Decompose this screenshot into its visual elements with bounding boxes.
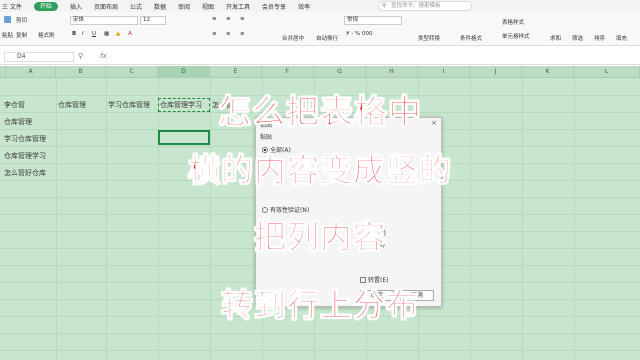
ribbon-toolbar: 粘贴 剪切 复制 格式刷 宋体 12 B I U ▦ ▲ A ≡ ≡ ≡ ≡ ≡…: [0, 12, 640, 46]
command-search-input[interactable]: ⚲ 查找命令、搜索模板: [378, 1, 472, 11]
cut-button[interactable]: 剪切: [16, 16, 27, 24]
column-header[interactable]: A: [6, 66, 56, 78]
font-name-select[interactable]: 宋体: [70, 16, 138, 25]
underline-icon[interactable]: U: [92, 31, 96, 37]
file-menu[interactable]: 三 文件: [2, 2, 22, 11]
merge-center-button[interactable]: 合并居中: [282, 34, 304, 42]
font-name-value: 宋体: [73, 17, 85, 23]
tab-formula[interactable]: 公式: [130, 2, 142, 11]
currency-icon[interactable]: ¥ - % 000: [346, 31, 372, 37]
caption-line-2: 横的内容变成竖的: [187, 151, 452, 190]
align-middle-icon[interactable]: ≡: [226, 16, 231, 22]
tab-review[interactable]: 审阅: [178, 2, 190, 11]
font-size-select[interactable]: 12: [140, 16, 166, 25]
format-painter-button[interactable]: 格式刷: [38, 31, 55, 39]
sort-button[interactable]: 排序: [594, 34, 605, 42]
number-format-value: 常规: [347, 17, 359, 23]
paste-icon[interactable]: [4, 16, 11, 23]
column-header[interactable]: J: [470, 66, 522, 78]
type-convert-button[interactable]: 类型转换: [418, 34, 440, 42]
caption-line-3: 把列内容: [253, 218, 386, 257]
tab-member[interactable]: 会员专享: [262, 2, 286, 11]
italic-icon[interactable]: I: [82, 31, 84, 37]
fill-button[interactable]: 填充: [616, 34, 627, 42]
cell-ref: D4: [17, 53, 26, 60]
paste-button[interactable]: 粘贴: [2, 31, 13, 39]
column-header[interactable]: G: [314, 66, 366, 78]
caption-line-4: 转到行上分布: [220, 286, 419, 325]
column-header[interactable]: H: [366, 66, 418, 78]
zoom-formula-icon[interactable]: ⚲: [78, 52, 83, 60]
tab-developer[interactable]: 开发工具: [226, 2, 250, 11]
caption-line-1: 怎么把表格中: [218, 92, 422, 132]
fill-color-icon[interactable]: ▲: [116, 31, 120, 37]
border-icon[interactable]: ▦: [104, 31, 109, 37]
tab-home[interactable]: 开始: [33, 1, 58, 11]
font-color-icon[interactable]: A: [128, 31, 132, 37]
number-format-select[interactable]: 常规: [344, 16, 402, 25]
tab-insert[interactable]: 插入: [70, 2, 82, 11]
paste-section-label: 粘贴: [260, 134, 273, 141]
search-icon: ⚲: [382, 3, 387, 9]
grid-line: [0, 333, 640, 334]
tab-view[interactable]: 视图: [202, 2, 214, 11]
table-style-button[interactable]: 表格样式: [502, 18, 524, 26]
tab-data[interactable]: 数据: [154, 2, 166, 11]
name-box[interactable]: D4: [4, 52, 74, 62]
fx-icon[interactable]: fx: [100, 52, 107, 60]
filter-button[interactable]: 筛选: [572, 34, 583, 42]
align-right-icon[interactable]: ≡: [240, 31, 245, 37]
column-header[interactable]: F: [262, 66, 314, 78]
align-left-icon[interactable]: ≡: [212, 31, 217, 37]
copy-button[interactable]: 复制: [16, 31, 27, 39]
column-header[interactable]: C: [106, 66, 158, 78]
column-header[interactable]: E: [210, 66, 262, 78]
cell-a4[interactable]: 学习仓库管理: [4, 134, 46, 144]
wrap-text-button[interactable]: 自动换行: [316, 34, 338, 42]
align-bottom-icon[interactable]: ≡: [240, 16, 245, 22]
font-size-value: 12: [143, 17, 150, 23]
formula-bar: D4 ⚲ fx: [0, 49, 640, 65]
bold-icon[interactable]: B: [72, 31, 76, 37]
tab-efficiency[interactable]: 效率: [298, 2, 310, 11]
sum-button[interactable]: 求和: [550, 34, 561, 42]
column-header[interactable]: K: [522, 66, 574, 78]
column-header[interactable]: B: [56, 66, 106, 78]
command-search-placeholder: 查找命令、搜索模板: [391, 3, 441, 9]
column-header[interactable]: L: [574, 66, 640, 78]
conditional-format-button[interactable]: 条件格式: [460, 34, 482, 42]
align-center-icon[interactable]: ≡: [226, 31, 231, 37]
tab-page-layout[interactable]: 页面布局: [94, 2, 118, 11]
cell-style-button[interactable]: 单元格样式: [502, 32, 530, 40]
align-top-icon[interactable]: ≡: [212, 16, 217, 22]
grid-line: [0, 350, 640, 351]
column-header[interactable]: I: [418, 66, 470, 78]
column-header-selected[interactable]: D: [158, 66, 210, 78]
menu-bar: 三 文件 开始 插入 页面布局 公式 数据 审阅 视图 开发工具 会员专享 效率…: [0, 0, 640, 12]
